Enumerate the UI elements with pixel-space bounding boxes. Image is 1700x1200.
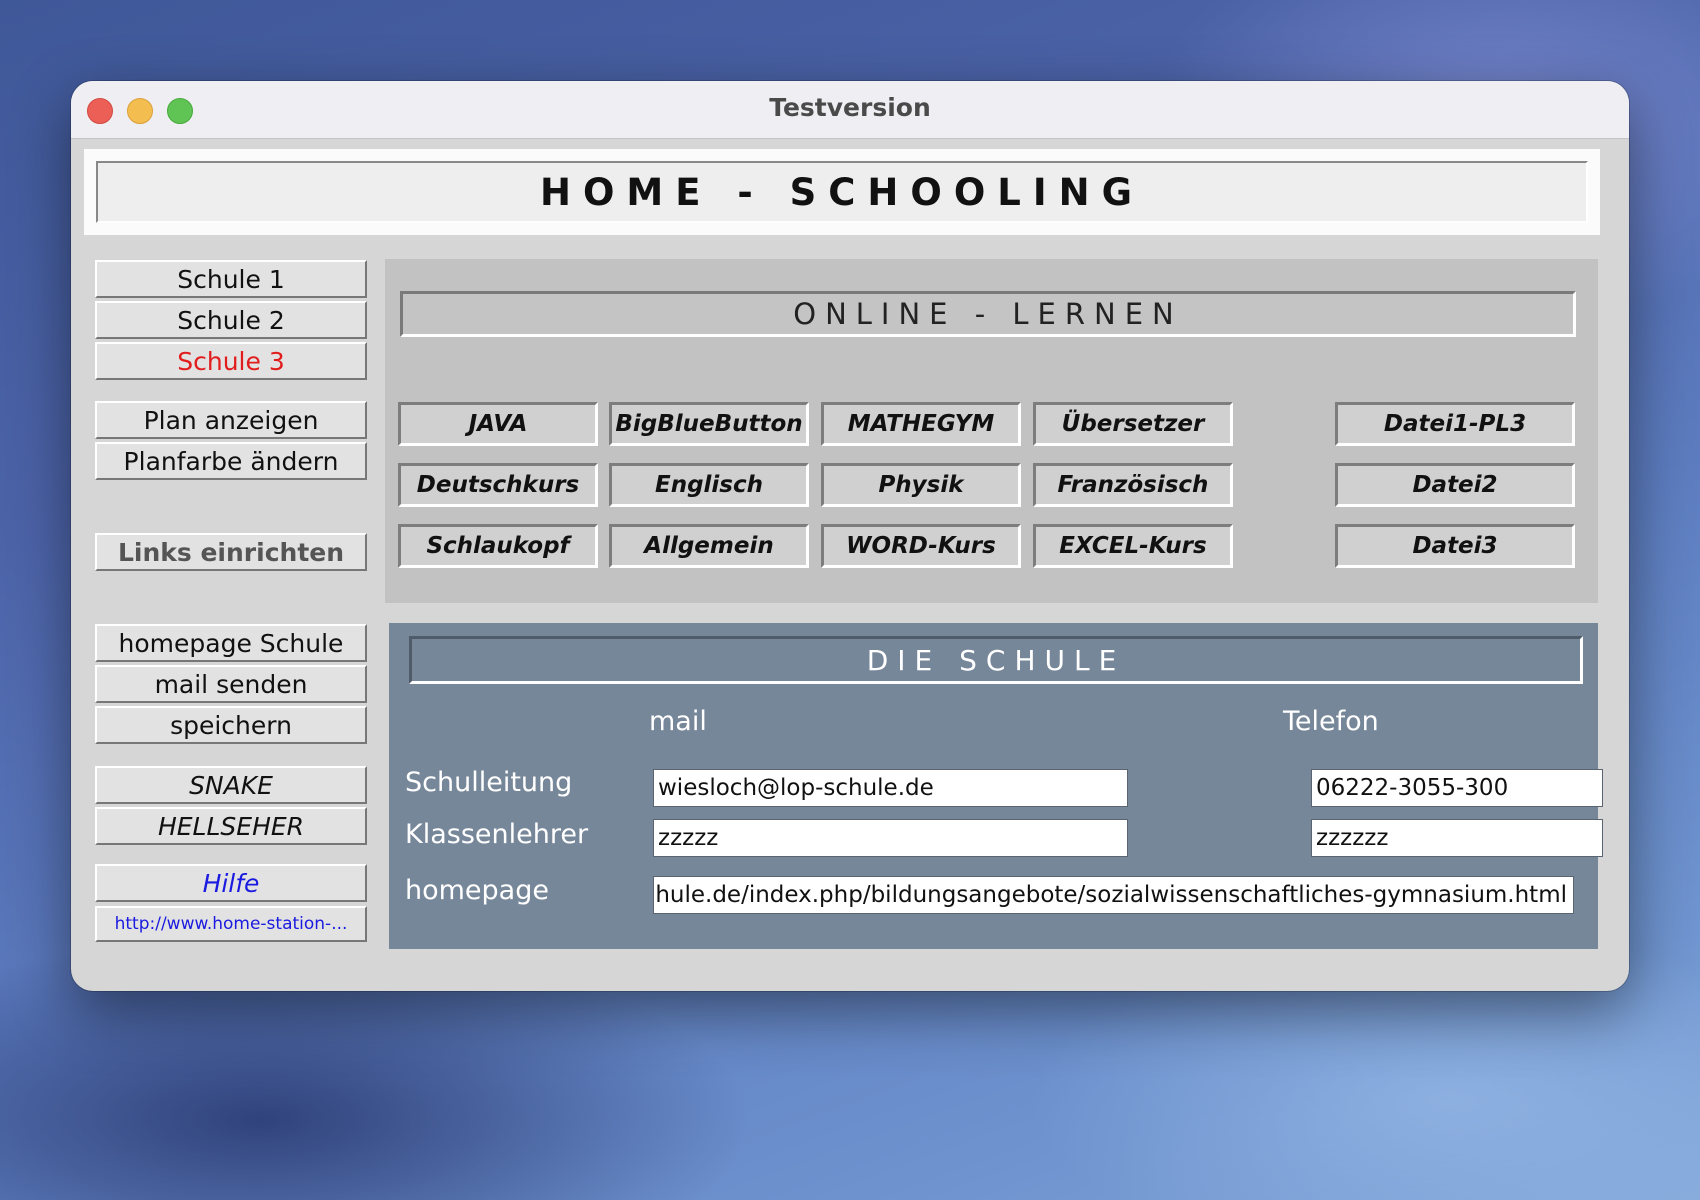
speichern-button[interactable]: speichern <box>95 706 367 744</box>
datei3-button[interactable]: Datei3 <box>1335 524 1575 568</box>
bigbluebutton-button[interactable]: BigBlueButton <box>609 402 809 446</box>
klassenlehrer-telefon-field[interactable]: zzzzzz <box>1311 819 1603 857</box>
hilfe-button[interactable]: Hilfe <box>95 864 367 902</box>
schule-3-button[interactable]: Schule 3 <box>95 342 367 380</box>
links-einrichten-button[interactable]: Links einrichten <box>95 533 367 571</box>
home-schooling-banner: HOME - SCHOOLING <box>96 161 1588 223</box>
app-window: Testversion HOME - SCHOOLING Schule 1 Sc… <box>71 81 1629 991</box>
physik-button[interactable]: Physik <box>821 463 1021 507</box>
franzoesisch-button[interactable]: Französisch <box>1033 463 1233 507</box>
mail-senden-button[interactable]: mail senden <box>95 665 367 703</box>
excel-kurs-button[interactable]: EXCEL-Kurs <box>1033 524 1233 568</box>
hellseher-button[interactable]: HELLSEHER <box>95 807 367 845</box>
schule-1-button[interactable]: Schule 1 <box>95 260 367 298</box>
mathegym-button[interactable]: MATHEGYM <box>821 402 1021 446</box>
mail-column-header: mail <box>649 706 707 737</box>
banner-container: HOME - SCHOOLING <box>84 149 1600 235</box>
window-title: Testversion <box>769 93 931 122</box>
die-schule-title: DIE SCHULE <box>409 636 1583 684</box>
online-lernen-panel: ONLINE - LERNEN JAVA BigBlueButton MATHE… <box>385 259 1598 603</box>
deutschkurs-button[interactable]: Deutschkurs <box>398 463 598 507</box>
englisch-button[interactable]: Englisch <box>609 463 809 507</box>
schule-2-button[interactable]: Schule 2 <box>95 301 367 339</box>
schulleitung-label: Schulleitung <box>405 767 573 798</box>
schulleitung-telefon-field[interactable]: 06222-3055-300 <box>1311 769 1603 807</box>
allgemein-button[interactable]: Allgemein <box>609 524 809 568</box>
homepage-link[interactable]: http://www.home-station-... <box>95 906 367 942</box>
schlaukopf-button[interactable]: Schlaukopf <box>398 524 598 568</box>
title-bar[interactable]: Testversion <box>71 81 1629 139</box>
snake-button[interactable]: SNAKE <box>95 766 367 804</box>
klassenlehrer-label: Klassenlehrer <box>405 819 589 850</box>
plan-anzeigen-button[interactable]: Plan anzeigen <box>95 401 367 439</box>
datei2-button[interactable]: Datei2 <box>1335 463 1575 507</box>
homepage-url-field[interactable]: -schule.de/index.php/bildungsangebote/so… <box>653 876 1574 914</box>
klassenlehrer-mail-field[interactable]: zzzzz <box>653 819 1128 857</box>
homepage-label: homepage <box>405 875 549 906</box>
planfarbe-aendern-button[interactable]: Planfarbe ändern <box>95 442 367 480</box>
java-button[interactable]: JAVA <box>398 402 598 446</box>
die-schule-panel: DIE SCHULE mail Telefon Schulleitung wie… <box>389 623 1603 949</box>
telefon-column-header: Telefon <box>1283 706 1379 737</box>
word-kurs-button[interactable]: WORD-Kurs <box>821 524 1021 568</box>
online-lernen-title: ONLINE - LERNEN <box>400 291 1576 337</box>
uebersetzer-button[interactable]: Übersetzer <box>1033 402 1233 446</box>
schulleitung-mail-field[interactable]: wiesloch@lop-schule.de <box>653 769 1128 807</box>
datei1-button[interactable]: Datei1-PL3 <box>1335 402 1575 446</box>
homepage-schule-button[interactable]: homepage Schule <box>95 624 367 662</box>
